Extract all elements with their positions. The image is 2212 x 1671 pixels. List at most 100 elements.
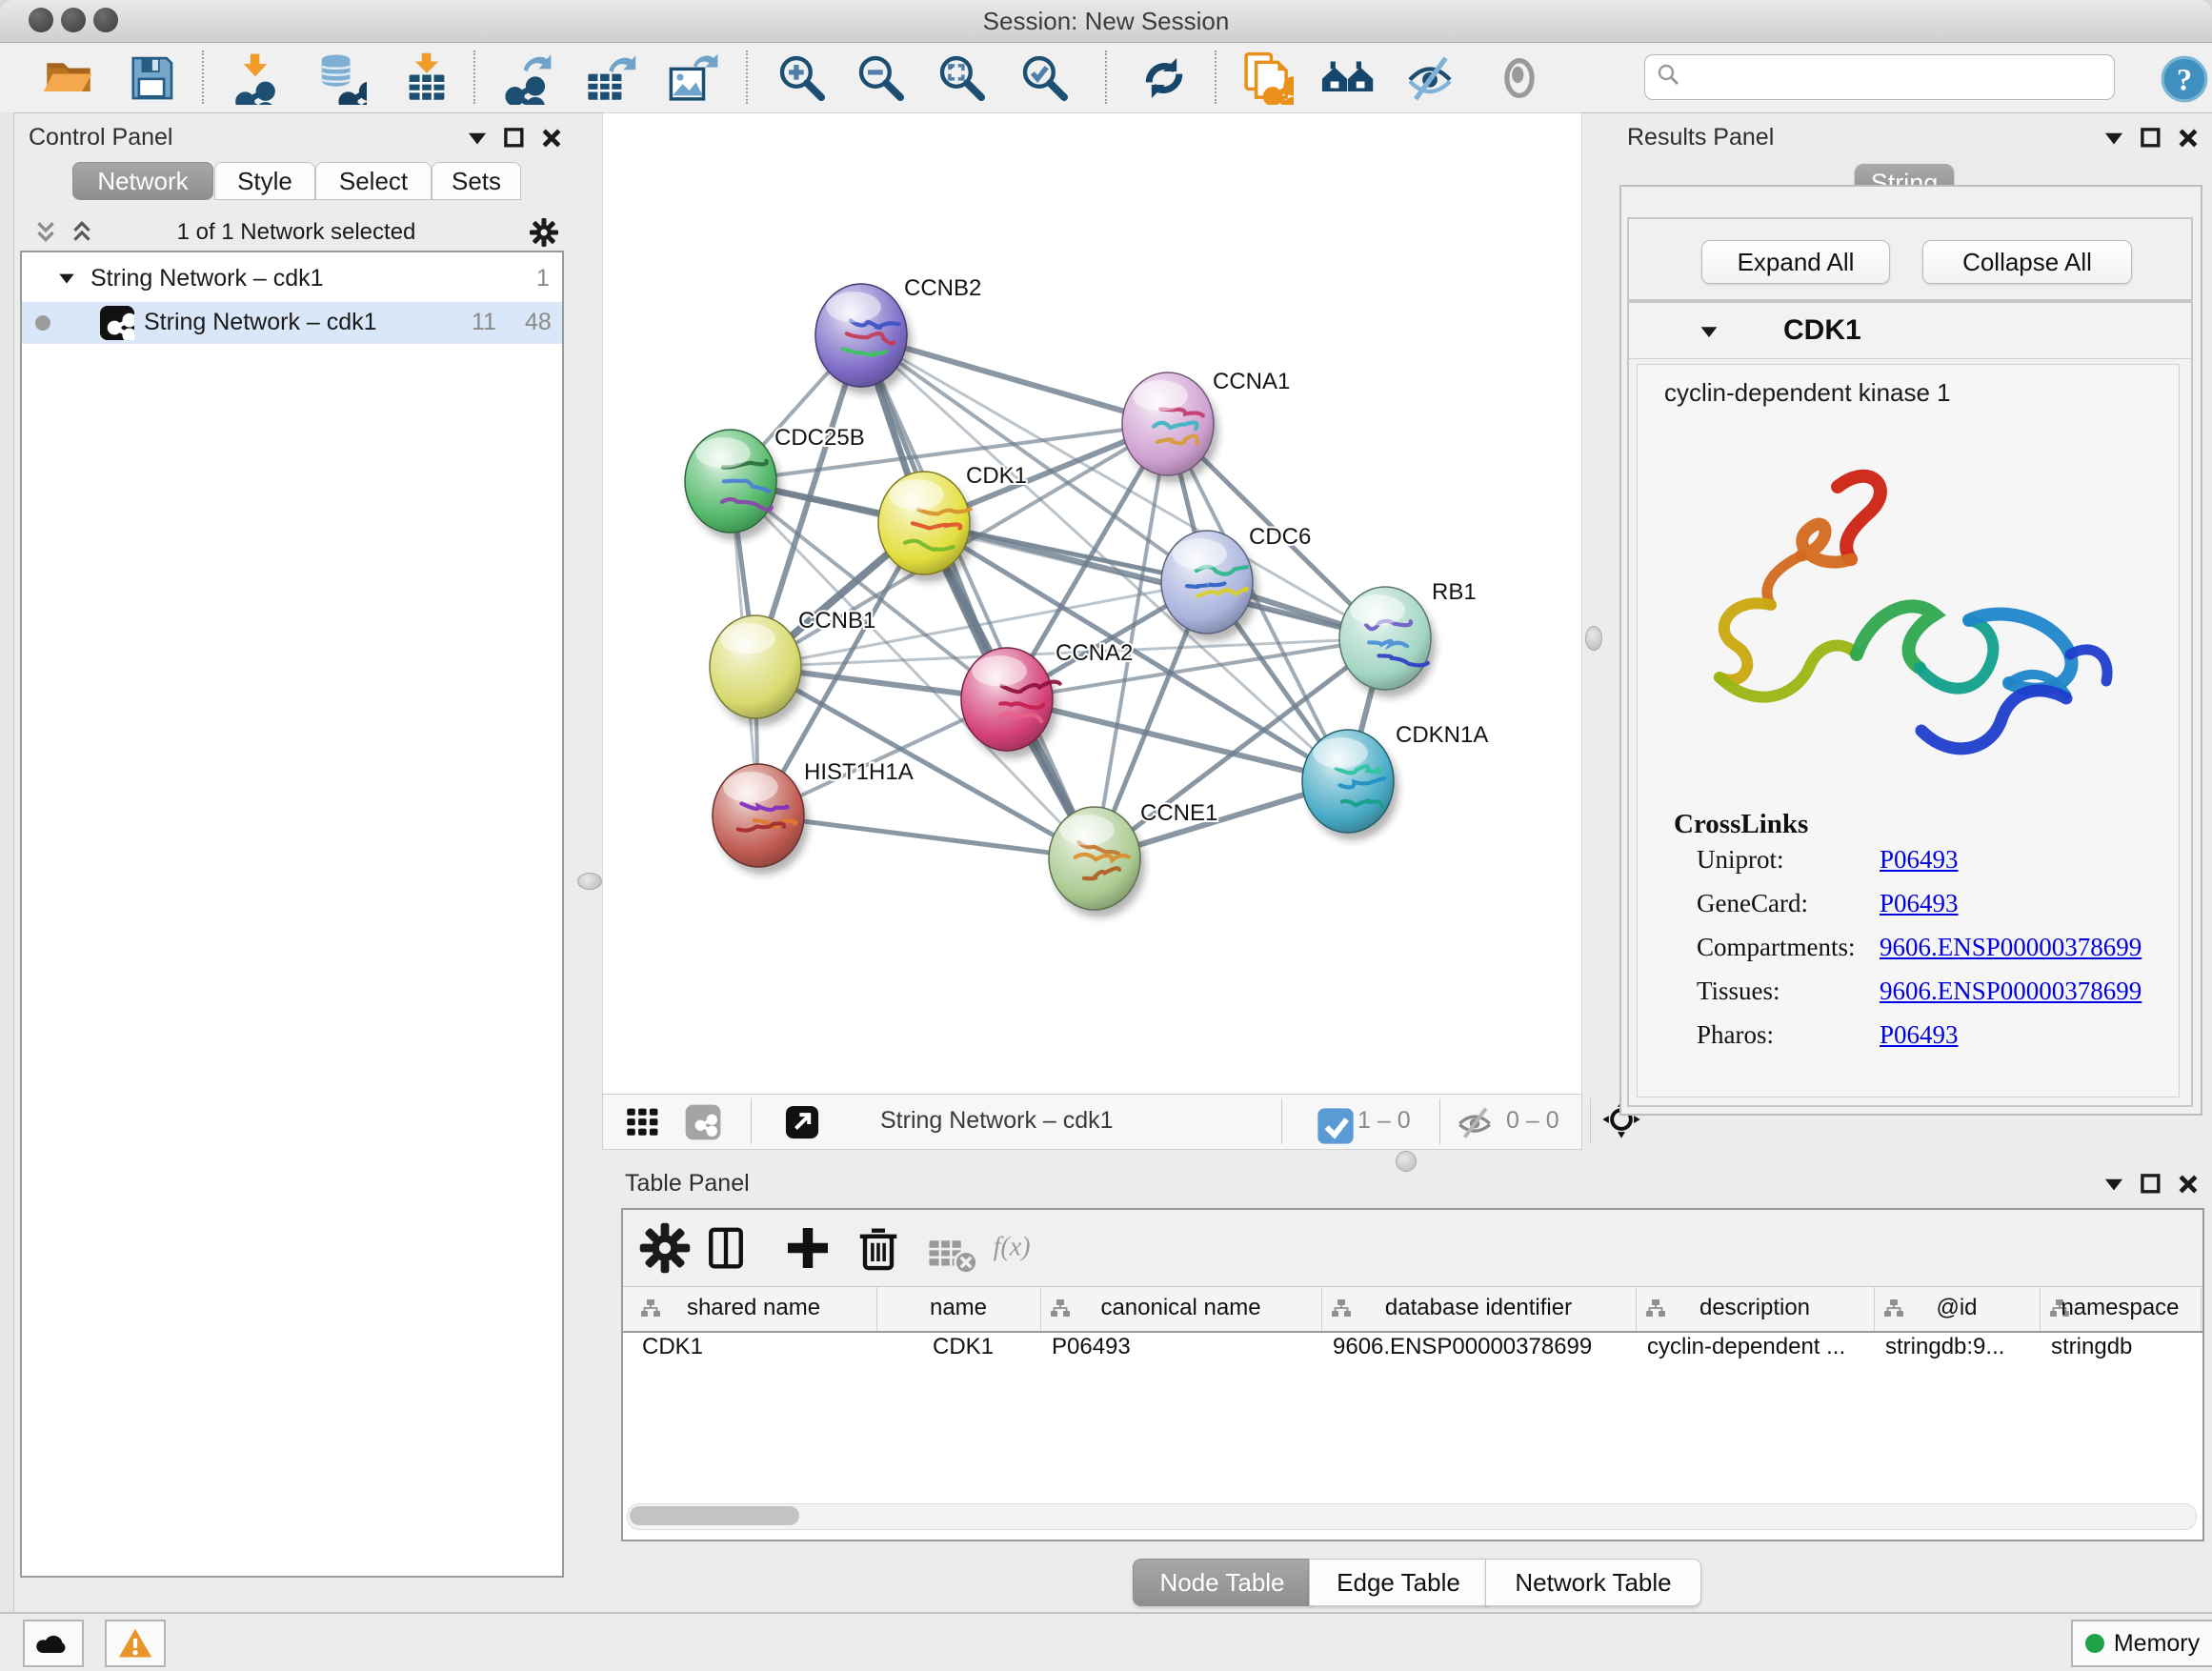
right-splitter-handle[interactable] xyxy=(1585,626,1602,651)
export-image-button[interactable] xyxy=(664,49,723,108)
panel-menu-icon[interactable] xyxy=(2101,126,2126,151)
table-cell[interactable]: CDK1 xyxy=(642,1334,875,1372)
search-input[interactable] xyxy=(1689,63,2114,91)
gene-expander-icon[interactable] xyxy=(1698,320,1720,343)
delete-column-icon[interactable] xyxy=(852,1221,905,1275)
table-cell[interactable]: 9606.ENSP00000378699 xyxy=(1333,1334,1634,1372)
network-row-selected[interactable]: String Network – cdk1 11 48 xyxy=(22,302,562,344)
gene-details: cyclin-dependent kinase 1 CrossLinks Uni… xyxy=(1637,364,2180,1097)
warnings-button[interactable] xyxy=(105,1620,166,1667)
share-document-button[interactable] xyxy=(1237,49,1297,108)
import-table-from-file-button[interactable] xyxy=(397,49,456,108)
bottom-splitter-handle[interactable] xyxy=(1396,1151,1417,1172)
tab-network-table[interactable]: Network Table xyxy=(1485,1559,1701,1606)
close-icon[interactable] xyxy=(539,126,564,151)
home-button[interactable] xyxy=(1318,49,1377,108)
cloud-button[interactable] xyxy=(23,1620,84,1667)
column-header-name[interactable]: name xyxy=(876,1287,1041,1331)
scrollbar-thumb[interactable] xyxy=(630,1506,799,1525)
column-header-namespace[interactable]: namespace xyxy=(2040,1287,2202,1331)
expand-all-button[interactable]: Expand All xyxy=(1701,240,1890,284)
table-cell[interactable]: stringdb xyxy=(2051,1334,2199,1372)
network-canvas[interactable]: CCNB2CCNA1CDC25BCDK1CDC6RB1CCNB1CCNA2CDK… xyxy=(602,112,1582,1096)
export-network-button[interactable] xyxy=(497,49,556,108)
open-in-new-icon[interactable] xyxy=(782,1102,822,1142)
selected-node-edge-counts: 1 – 0 xyxy=(1357,1107,1411,1135)
import-network-from-file-button[interactable] xyxy=(226,49,285,108)
tab-edge-table[interactable]: Edge Table xyxy=(1309,1559,1488,1606)
column-header-shared-name[interactable]: shared name xyxy=(631,1287,877,1331)
network-node-CDC25B[interactable]: CDC25B xyxy=(685,425,865,540)
horizontal-scrollbar[interactable] xyxy=(627,1503,2197,1530)
zoom-fit-content-button[interactable] xyxy=(933,49,992,108)
zoom-selected-button[interactable] xyxy=(1016,49,1075,108)
network-node-CDK1[interactable]: CDK1 xyxy=(878,463,1027,582)
column-header-canonical-name[interactable]: canonical name xyxy=(1040,1287,1322,1331)
table-cell[interactable]: P06493 xyxy=(1052,1334,1319,1372)
undock-icon[interactable] xyxy=(2139,126,2163,151)
collapse-all-icon[interactable] xyxy=(33,219,58,244)
column-header-database-identifier[interactable]: database identifier xyxy=(1321,1287,1637,1331)
undock-icon[interactable] xyxy=(2139,1172,2163,1197)
network-node-CCNB2[interactable]: CCNB2 xyxy=(815,275,981,394)
panel-menu-icon[interactable] xyxy=(2101,1172,2126,1197)
close-icon[interactable] xyxy=(2176,126,2201,151)
crosslink-value-link[interactable]: P06493 xyxy=(1880,889,1959,918)
gene-symbol: CDK1 xyxy=(1783,314,1861,347)
expand-all-icon[interactable] xyxy=(70,219,94,244)
add-column-icon[interactable] xyxy=(781,1221,835,1275)
network-node-CDKN1A[interactable]: CDKN1A xyxy=(1302,722,1488,840)
collection-expander-icon[interactable] xyxy=(56,268,77,289)
warning-icon xyxy=(117,1627,153,1660)
network-node-RB1[interactable]: RB1 xyxy=(1339,579,1477,697)
node-label-CDC25B: CDC25B xyxy=(774,425,865,451)
network-node-CCNE1[interactable]: CCNE1 xyxy=(1049,800,1217,917)
open-session-button[interactable] xyxy=(39,49,98,108)
zoom-out-button[interactable] xyxy=(852,49,911,108)
table-cell[interactable]: stringdb:9... xyxy=(1885,1334,2038,1372)
table-settings-gear-icon[interactable] xyxy=(638,1221,692,1275)
tab-sets[interactable]: Sets xyxy=(432,162,521,200)
collapse-all-button[interactable]: Collapse All xyxy=(1922,240,2132,284)
tab-style[interactable]: Style xyxy=(214,162,315,200)
show-columns-icon[interactable] xyxy=(699,1221,753,1275)
table-cell[interactable]: cyclin-dependent ... xyxy=(1647,1334,1872,1372)
search-field[interactable] xyxy=(1644,54,2115,100)
left-splitter-handle[interactable] xyxy=(577,873,602,890)
refresh-view-button[interactable] xyxy=(1135,49,1194,108)
network-node-CCNA2[interactable]: CCNA2 xyxy=(961,640,1133,758)
toggle-hide-button[interactable] xyxy=(1400,49,1459,108)
gene-header-row[interactable]: CDK1 xyxy=(1629,303,2191,359)
zoom-in-button[interactable] xyxy=(773,49,832,108)
tab-network[interactable]: Network xyxy=(72,162,213,200)
tab-select[interactable]: Select xyxy=(315,162,432,200)
network-collection-row[interactable]: String Network – cdk1 1 xyxy=(22,258,562,300)
memory-button[interactable]: Memory xyxy=(2071,1620,2212,1667)
crosslink-value-link[interactable]: 9606.ENSP00000378699 xyxy=(1880,976,2142,1006)
close-icon[interactable] xyxy=(2176,1172,2201,1197)
help-button[interactable]: ? xyxy=(2160,54,2209,104)
network-node-HIST1H1A[interactable]: HIST1H1A xyxy=(713,759,914,875)
crosslink-value-link[interactable]: P06493 xyxy=(1880,1020,1959,1050)
results-panel-controls xyxy=(2101,126,2201,151)
birds-eye-grid-icon[interactable] xyxy=(622,1102,662,1142)
save-session-button[interactable] xyxy=(122,49,181,108)
export-table-button[interactable] xyxy=(581,49,640,108)
import-network-from-database-button[interactable] xyxy=(311,49,370,108)
panel-menu-icon[interactable] xyxy=(465,126,490,151)
crosslink-value-link[interactable]: P06493 xyxy=(1880,845,1959,875)
column-header-@id[interactable]: @id xyxy=(1874,1287,2041,1331)
column-header-description[interactable]: description xyxy=(1636,1287,1875,1331)
network-node-CCNB1[interactable]: CCNB1 xyxy=(710,608,875,726)
crosslink-value-link[interactable]: 9606.ENSP00000378699 xyxy=(1880,933,2142,962)
network-node-CCNA1[interactable]: CCNA1 xyxy=(1122,369,1290,483)
string-share-icon[interactable] xyxy=(683,1102,723,1142)
table-cell[interactable]: CDK1 xyxy=(888,1334,1038,1372)
tab-node-table[interactable]: Node Table xyxy=(1133,1559,1312,1606)
undock-icon[interactable] xyxy=(502,126,527,151)
toolbar-separator xyxy=(202,50,204,104)
selected-checkbox-icon[interactable] xyxy=(1316,1106,1348,1138)
network-options-gear-icon[interactable] xyxy=(529,217,559,248)
hidden-eye-slash-icon[interactable] xyxy=(1455,1102,1495,1142)
preview-eye-button[interactable] xyxy=(1490,49,1549,108)
